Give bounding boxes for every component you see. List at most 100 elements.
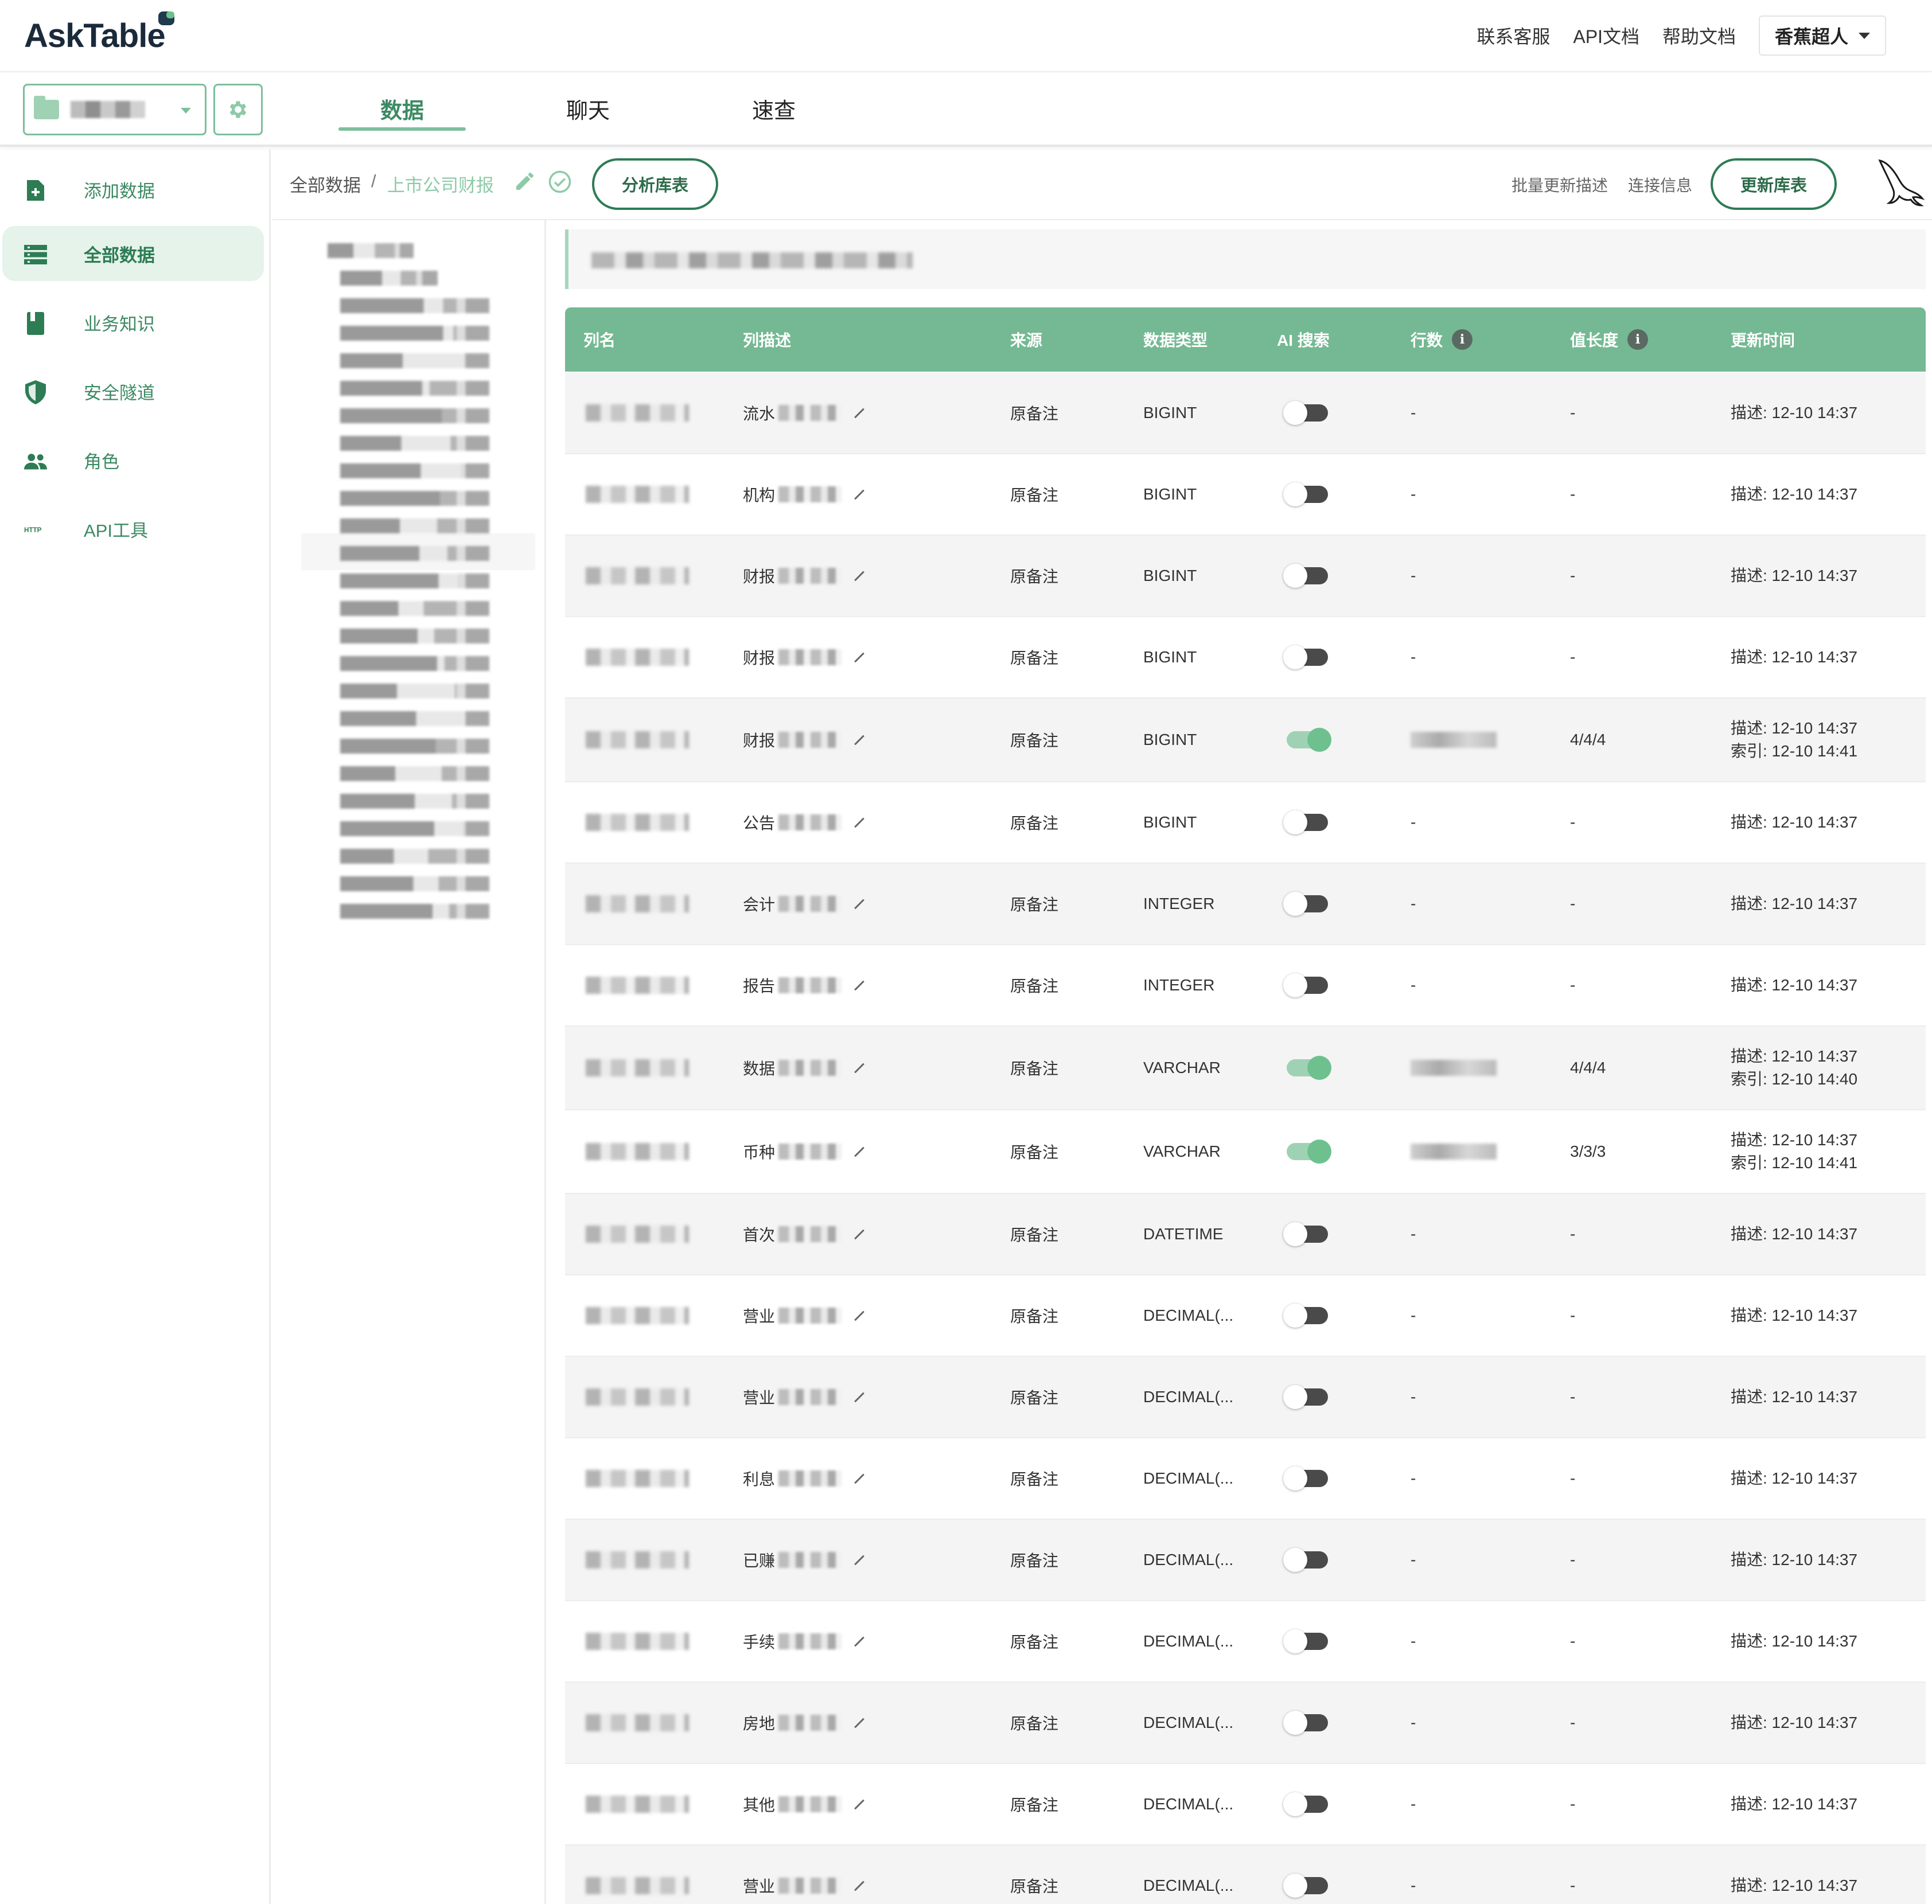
sidebar-item-add-data[interactable]: 添加数据 — [2, 162, 264, 217]
api-docs-link[interactable]: API文档 — [1573, 22, 1639, 49]
expand-icon[interactable] — [852, 1715, 867, 1730]
table-row[interactable]: 币种 原备注 VARCHAR 3/3/3 描述: 12-10 14:37 索引: 12-1… — [565, 1110, 1926, 1194]
tree-item-redacted[interactable] — [340, 408, 489, 423]
table-row[interactable]: 财报 原备注 BIGINT - - 描述: 12-10 14:37 — [565, 536, 1926, 617]
sidebar-item-security-tunnel[interactable]: 安全隧道 — [2, 364, 264, 419]
ai-search-toggle[interactable] — [1283, 1874, 1328, 1898]
table-row[interactable]: 利息 原备注 DECIMAL(... - - 描述: 12-10 14:37 — [565, 1438, 1926, 1520]
table-row[interactable]: 机构 原备注 BIGINT - - 描述: 12-10 14:37 — [565, 454, 1926, 536]
table-row[interactable]: 会计 原备注 INTEGER - - 描述: 12-10 14:37 — [565, 864, 1926, 945]
expand-icon[interactable] — [852, 405, 867, 420]
ai-search-toggle[interactable] — [1283, 1385, 1328, 1409]
ai-search-toggle[interactable] — [1283, 810, 1328, 834]
sidebar-item-all-data[interactable]: 全部数据 — [2, 226, 264, 281]
table-description[interactable] — [565, 229, 1926, 289]
analyze-tables-button[interactable]: 分析库表 — [592, 158, 718, 210]
ai-search-toggle[interactable] — [1283, 482, 1328, 506]
tree-item-redacted[interactable] — [340, 684, 489, 699]
breadcrumb-root[interactable]: 全部数据 — [290, 171, 361, 197]
tree-item-redacted[interactable] — [340, 353, 489, 368]
expand-icon[interactable] — [852, 815, 867, 830]
expand-icon[interactable] — [852, 978, 867, 993]
update-tables-button[interactable]: 更新库表 — [1711, 158, 1837, 210]
info-icon[interactable]: i — [1452, 329, 1473, 350]
table-row[interactable]: 首次 原备注 DATETIME - - 描述: 12-10 14:37 — [565, 1194, 1926, 1275]
tree-item-redacted[interactable] — [340, 436, 489, 451]
ai-search-toggle[interactable] — [1283, 1711, 1328, 1735]
expand-icon[interactable] — [852, 1390, 867, 1404]
expand-icon[interactable] — [852, 1308, 867, 1323]
tree-item-redacted[interactable] — [340, 876, 489, 891]
tree-item-redacted[interactable] — [340, 794, 489, 809]
table-row[interactable]: 营业 原备注 DECIMAL(... - - 描述: 12-10 14:37 — [565, 1357, 1926, 1438]
expand-icon[interactable] — [852, 1471, 867, 1486]
expand-icon[interactable] — [852, 1144, 867, 1159]
expand-icon[interactable] — [852, 487, 867, 502]
expand-icon[interactable] — [852, 1552, 867, 1567]
tree-item-redacted[interactable] — [340, 656, 489, 671]
table-row[interactable]: 房地 原备注 DECIMAL(... - - 描述: 12-10 14:37 — [565, 1683, 1926, 1764]
tree-item-redacted[interactable] — [340, 711, 489, 726]
table-row[interactable]: 流水 原备注 BIGINT - - 描述: 12-10 14:37 — [565, 373, 1926, 454]
table-row[interactable]: 报告 原备注 INTEGER - - 描述: 12-10 14:37 — [565, 945, 1926, 1027]
support-link[interactable]: 联系客服 — [1477, 22, 1550, 49]
tab-data[interactable]: 数据 — [338, 72, 466, 145]
tree-item-redacted[interactable] — [340, 518, 489, 533]
table-row[interactable]: 手续 原备注 DECIMAL(... - - 描述: 12-10 14:37 — [565, 1601, 1926, 1683]
ai-search-toggle[interactable] — [1283, 564, 1328, 588]
datasource-settings-button[interactable] — [213, 84, 263, 135]
info-icon[interactable]: i — [1627, 329, 1649, 350]
ai-search-toggle[interactable] — [1287, 1140, 1331, 1164]
tree-item-redacted[interactable] — [340, 298, 489, 313]
tree-item-redacted[interactable] — [328, 243, 414, 258]
expand-icon[interactable] — [852, 1634, 867, 1649]
tree-item-redacted[interactable] — [340, 601, 489, 616]
ai-search-toggle[interactable] — [1283, 1629, 1328, 1653]
tree-item-redacted[interactable] — [340, 271, 438, 286]
tree-item-redacted[interactable] — [340, 463, 489, 478]
batch-update-description-link[interactable]: 批量更新描述 — [1512, 173, 1608, 196]
tab-chat[interactable]: 聊天 — [524, 72, 652, 145]
expand-icon[interactable] — [852, 1060, 867, 1075]
tree-item-redacted[interactable] — [340, 381, 489, 396]
sidebar-item-roles[interactable]: 角色 — [2, 432, 264, 487]
ai-search-toggle[interactable] — [1283, 401, 1328, 425]
ai-search-toggle[interactable] — [1287, 728, 1331, 752]
sidebar-item-business-knowledge[interactable]: 业务知识 — [2, 295, 264, 350]
expand-icon[interactable] — [852, 568, 867, 583]
ai-search-toggle[interactable] — [1283, 1792, 1328, 1816]
app-logo[interactable]: AskTable — [24, 11, 174, 58]
tree-item-redacted[interactable] — [340, 326, 489, 341]
sidebar-item-api-tools[interactable]: HTTP API工具 — [2, 501, 264, 556]
ai-search-toggle[interactable] — [1287, 1056, 1331, 1080]
table-row[interactable]: 营业 原备注 DECIMAL(... - - 描述: 12-10 14:37 — [565, 1275, 1926, 1357]
tab-quick-lookup[interactable]: 速查 — [710, 72, 838, 145]
table-row[interactable]: 已赚 原备注 DECIMAL(... - - 描述: 12-10 14:37 — [565, 1520, 1926, 1601]
expand-icon[interactable] — [852, 1878, 867, 1893]
tree-item-redacted[interactable] — [340, 573, 489, 588]
expand-icon[interactable] — [852, 1227, 867, 1242]
ai-search-toggle[interactable] — [1283, 1548, 1328, 1572]
ai-search-toggle[interactable] — [1283, 645, 1328, 669]
user-menu[interactable]: 香蕉超人 — [1758, 15, 1886, 56]
expand-icon[interactable] — [852, 1797, 867, 1812]
expand-icon[interactable] — [852, 650, 867, 665]
tree-item-redacted[interactable] — [340, 849, 489, 864]
ai-search-toggle[interactable] — [1283, 1304, 1328, 1328]
datasource-select[interactable] — [23, 84, 207, 135]
table-row[interactable]: 其他 原备注 DECIMAL(... - - 描述: 12-10 14:37 — [565, 1764, 1926, 1846]
expand-icon[interactable] — [852, 896, 867, 911]
ai-search-toggle[interactable] — [1283, 973, 1328, 997]
ai-search-toggle[interactable] — [1283, 1466, 1328, 1491]
table-row[interactable]: 财报 原备注 BIGINT 4/4/4 描述: 12-10 14:37 索引: 12-10… — [565, 699, 1926, 782]
tree-item-redacted[interactable] — [340, 546, 489, 561]
table-row[interactable]: 营业 原备注 DECIMAL(... - - 描述: 12-10 14:37 — [565, 1846, 1926, 1904]
connection-info-link[interactable]: 连接信息 — [1628, 173, 1692, 196]
help-docs-link[interactable]: 帮助文档 — [1662, 22, 1736, 49]
check-circle-icon[interactable] — [548, 170, 572, 194]
table-row[interactable]: 公告 原备注 BIGINT - - 描述: 12-10 14:37 — [565, 782, 1926, 864]
ai-search-toggle[interactable] — [1283, 892, 1328, 916]
tree-item-redacted[interactable] — [340, 629, 489, 643]
tree-item-redacted[interactable] — [340, 904, 489, 919]
tree-item-redacted[interactable] — [340, 739, 489, 754]
